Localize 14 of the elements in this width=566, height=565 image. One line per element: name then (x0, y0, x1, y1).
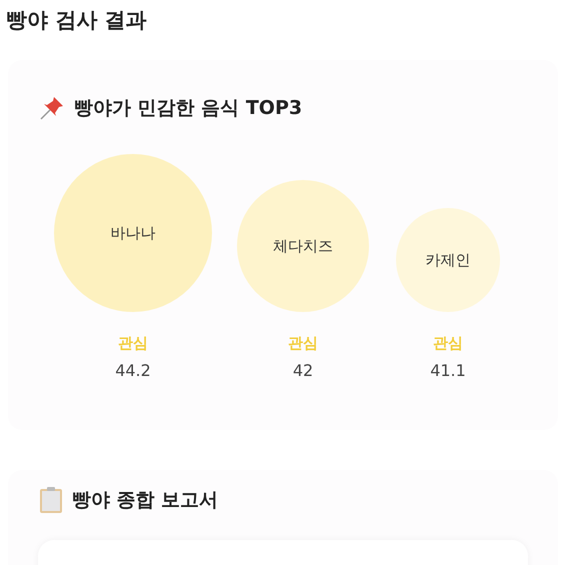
score-value: 42 (292, 361, 314, 380)
sensitivity-tag: 관심 (118, 334, 148, 353)
pushpin-icon (38, 94, 66, 122)
food-name: 체다치즈 (273, 236, 333, 256)
sensitivity-tag: 관심 (288, 334, 318, 353)
score-value: 44.2 (115, 361, 151, 380)
sensitivity-tag: 관심 (433, 334, 463, 353)
clipboard-icon (38, 486, 64, 514)
section-heading: 빵야 종합 보고서 (72, 488, 218, 513)
food-name: 카제인 (426, 250, 470, 270)
section-heading: 빵야가 민감한 음식 TOP3 (74, 96, 302, 121)
score-value: 41.1 (430, 361, 466, 380)
page-title: 빵야 검사 결과 (5, 7, 148, 34)
food-name: 바나나 (110, 224, 156, 242)
